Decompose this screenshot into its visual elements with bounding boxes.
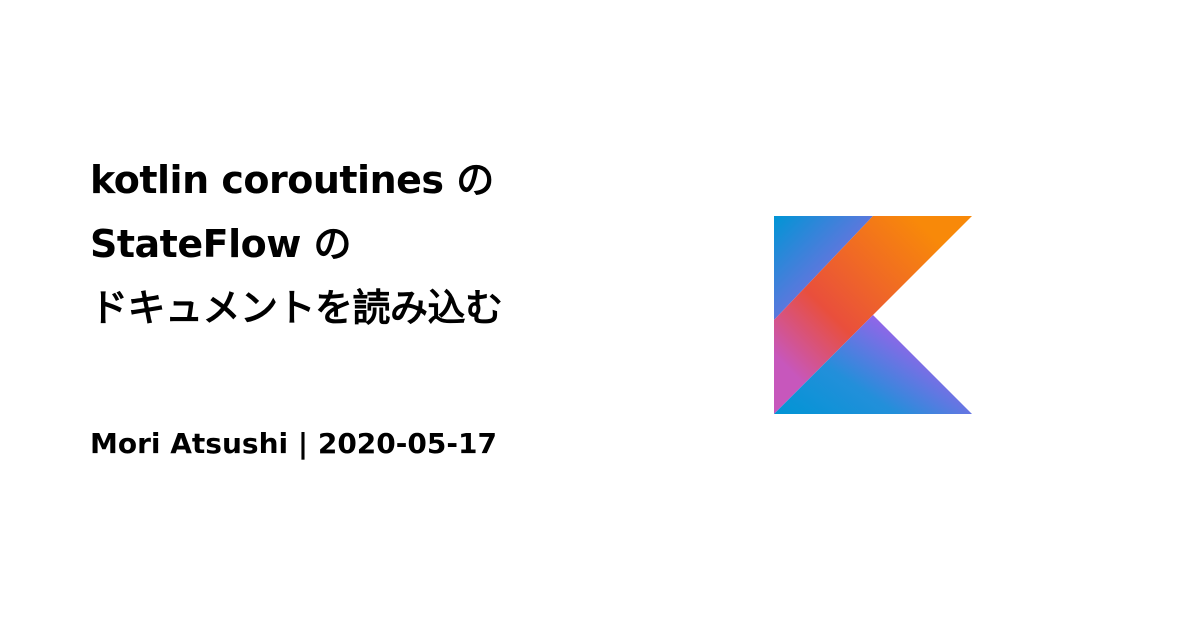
title-line-3: ドキュメントを読み込む [90,286,503,330]
title-line-1: kotlin coroutines の [90,158,494,202]
author-name: Mori Atsushi [90,427,289,460]
article-title: kotlin coroutines の StateFlow の ドキュメントを読… [90,148,503,340]
title-line-2: StateFlow の [90,222,352,266]
kotlin-logo-icon [774,216,972,414]
byline: Mori Atsushi | 2020-05-17 [90,424,497,464]
publish-date: 2020-05-17 [317,427,497,460]
byline-separator: | [288,427,318,460]
og-card: kotlin coroutines の StateFlow の ドキュメントを読… [0,0,1200,630]
